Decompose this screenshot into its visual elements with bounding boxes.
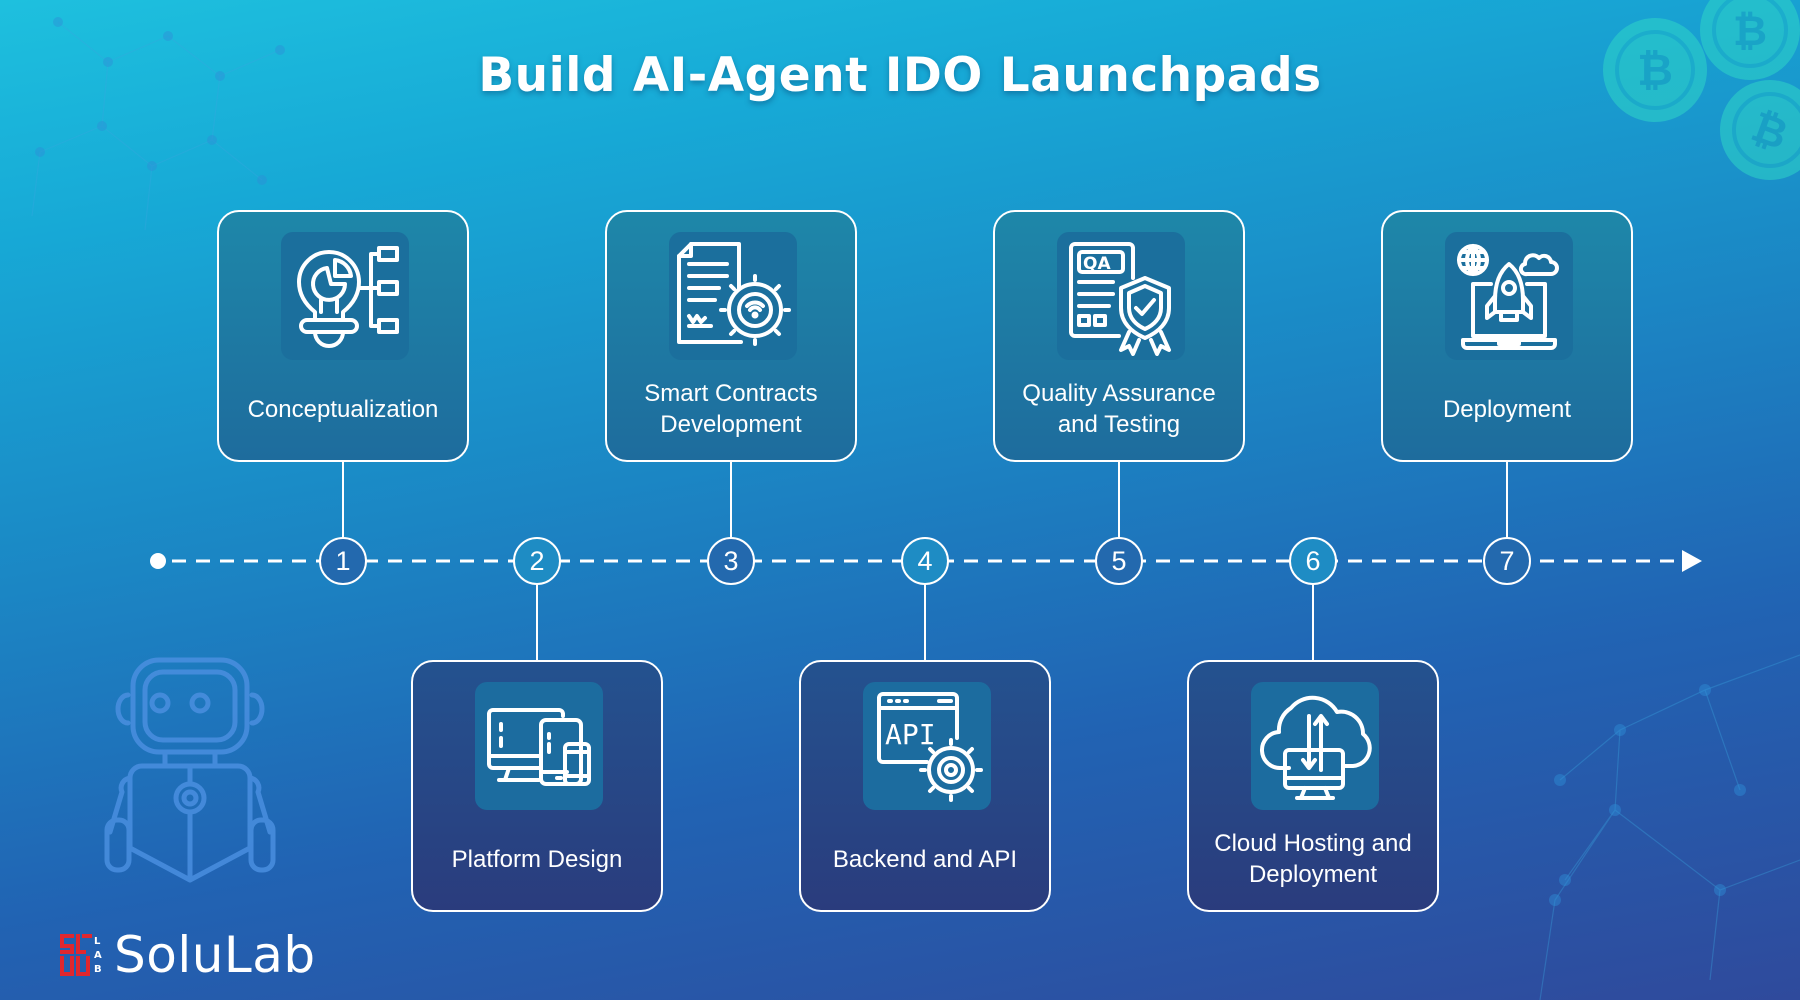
step-connector <box>1312 584 1314 661</box>
svg-text:B: B <box>94 964 102 975</box>
svg-text:₿: ₿ <box>1745 102 1794 160</box>
step-number-6: 6 <box>1289 537 1337 585</box>
step-label: Platform Design <box>451 845 623 873</box>
step-label: Quality Assurance and Testing <box>1022 380 1216 438</box>
cloud-monitor-icon <box>1259 695 1372 800</box>
page-title: Build AI-Agent IDO Launchpads <box>478 48 1322 103</box>
step-label: Smart Contracts Development <box>644 380 818 438</box>
qa-shield-icon: QA <box>1069 242 1171 356</box>
step-number-1: 1 <box>319 537 367 585</box>
step-connector <box>536 584 538 661</box>
svg-text:QA: QA <box>1083 254 1111 274</box>
solulab-logo: LAB SoluLab <box>60 925 316 985</box>
step-card-deployment: Deployment <box>1381 210 1633 462</box>
step-card-conceptualization: Conceptualization <box>217 210 469 462</box>
step-card-cloud-hosting-and-deployment: Cloud Hosting and Deployment <box>1187 660 1439 912</box>
lightbulb-chart-icon <box>297 246 399 348</box>
step-card-backend-and-api: API Backend and API <box>799 660 1051 912</box>
svg-text:API: API <box>885 718 936 751</box>
step-label: Cloud Hosting and Deployment <box>1214 830 1412 888</box>
step-number-4: 4 <box>901 537 949 585</box>
step-connector <box>1118 462 1120 538</box>
contract-gear-icon <box>677 242 791 346</box>
timeline-start-dot <box>150 553 166 569</box>
step-label: Backend and API <box>832 845 1018 873</box>
step-number-2: 2 <box>513 537 561 585</box>
robot-icon <box>104 657 276 883</box>
step-connector <box>730 462 732 538</box>
svg-text:L: L <box>94 936 101 947</box>
step-card-platform-design: Platform Design <box>411 660 663 912</box>
step-number-7: 7 <box>1483 537 1531 585</box>
step-connector <box>924 584 926 661</box>
step-card-smart-contracts-development: Smart Contracts Development <box>605 210 857 462</box>
step-connector <box>1506 462 1508 538</box>
step-card-quality-assurance-and-testing: QA Quality Assurance and Testing <box>993 210 1245 462</box>
rocket-laptop-icon <box>1457 244 1559 350</box>
multi-device-icon <box>487 708 591 786</box>
step-label: Conceptualization <box>247 395 439 423</box>
step-label: Deployment <box>1442 395 1572 423</box>
step-connector <box>342 462 344 538</box>
step-number-5: 5 <box>1095 537 1143 585</box>
timeline-arrow-head <box>1682 550 1702 572</box>
api-gear-icon: API <box>877 692 983 802</box>
step-number-3: 3 <box>707 537 755 585</box>
logo-text: SoluLab <box>114 926 316 984</box>
solulab-logo-mark: LAB <box>60 934 102 976</box>
svg-text:A: A <box>94 950 102 961</box>
